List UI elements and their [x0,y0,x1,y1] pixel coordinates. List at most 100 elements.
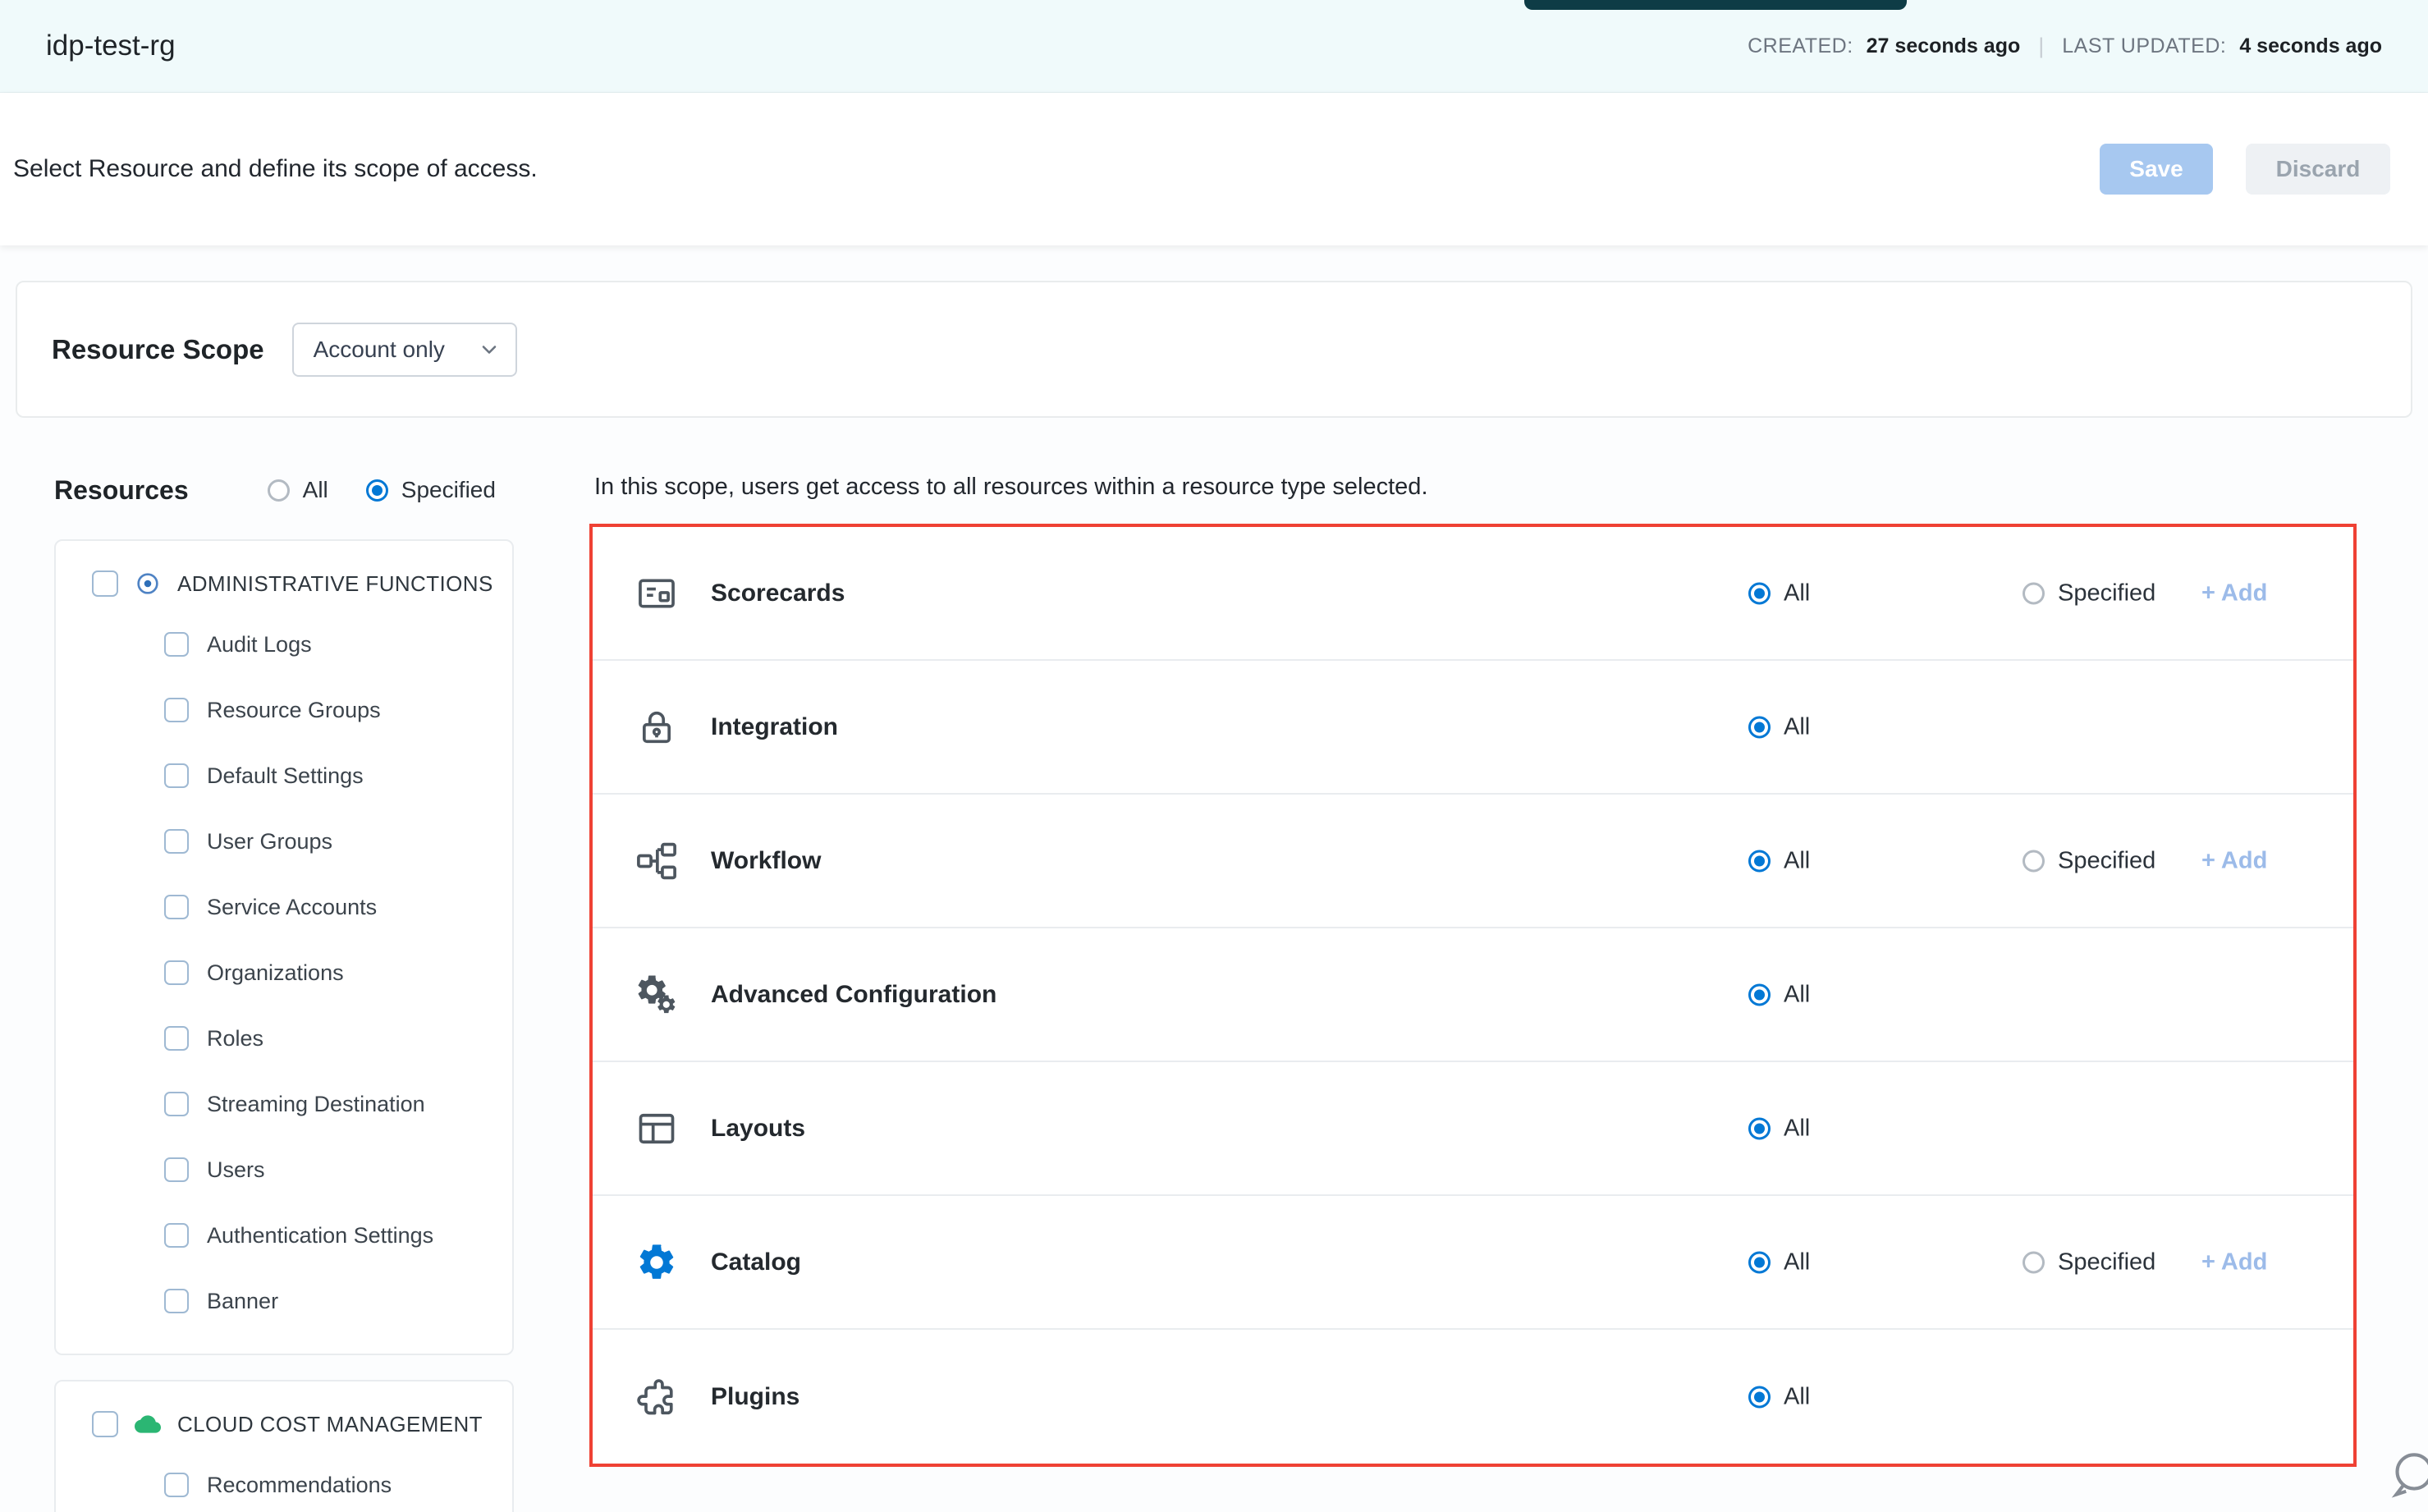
page-title: idp-test-rg [46,30,176,62]
access-all-option[interactable]: All [1748,580,1810,607]
item-checkbox[interactable] [164,632,189,657]
access-specified-option[interactable]: Specified [2023,847,2155,874]
specified-radio[interactable] [2023,582,2045,604]
all-radio[interactable] [1748,1386,1771,1408]
access-specified-option[interactable]: Specified [2023,1249,2155,1276]
resources-specified-option[interactable]: Specified [366,477,496,503]
item-checkbox[interactable] [164,895,189,919]
item-label: Roles [207,1026,263,1052]
tree-item: Banner [56,1268,512,1334]
layouts-icon [635,1107,678,1150]
item-label: Authentication Settings [207,1223,433,1249]
item-checkbox[interactable] [164,1473,189,1497]
resource-type-row-scorecards: Scorecards All Specified + Add [593,527,2353,661]
all-radio[interactable] [1748,1117,1771,1139]
meta-divider: | [2033,34,2049,59]
support-widget-icon[interactable] [2384,1448,2428,1502]
discard-button[interactable]: Discard [2246,144,2390,195]
resources-specified-radio[interactable] [366,479,388,502]
page-description: Select Resource and define its scope of … [13,155,538,183]
group-checkbox[interactable] [92,570,118,597]
access-all-option[interactable]: All [1748,1249,1810,1276]
item-label: Audit Logs [207,632,312,657]
resources-header: Resources All Specified [54,465,514,515]
tree-item: Roles [56,1006,512,1071]
item-label: Default Settings [207,763,364,789]
all-label: All [1784,1115,1810,1142]
resources-all-radio[interactable] [268,479,290,502]
all-radio[interactable] [1748,716,1771,738]
save-button[interactable]: Save [2100,144,2213,195]
all-radio[interactable] [1748,850,1771,872]
tree-item: Default Settings [56,743,512,809]
item-label: Streaming Destination [207,1092,425,1117]
created-label: CREATED: [1748,34,1853,58]
scorecards-icon [635,572,678,615]
tree-item: Recommendations [56,1452,512,1512]
resource-type-row-integration: Integration All [593,661,2353,795]
resource-type-label: Workflow [711,847,821,875]
admin-functions-card: ADMINISTRATIVE FUNCTIONS Audit Logs Reso… [54,539,514,1355]
item-checkbox[interactable] [164,1289,189,1313]
resources-panel: Resources All Specified ADMINISTRATIVE F… [54,465,514,1512]
access-all-option[interactable]: All [1748,713,1810,740]
cloud-cost-icon [135,1411,161,1437]
resource-type-label: Scorecards [711,580,845,607]
all-label: All [1784,847,1810,874]
resource-scope-value: Account only [314,337,445,363]
admin-functions-icon [135,570,161,597]
item-checkbox[interactable] [164,1157,189,1182]
advanced-config-icon [635,974,678,1016]
group-checkbox[interactable] [92,1411,118,1437]
updated-value: 4 seconds ago [2239,34,2382,58]
resource-type-label: Catalog [711,1249,801,1276]
resource-type-row-advanced-configuration: Advanced Configuration All [593,928,2353,1062]
specified-label: Specified [2058,580,2155,607]
item-checkbox[interactable] [164,829,189,854]
all-radio[interactable] [1748,983,1771,1006]
header-meta: CREATED: 27 seconds ago | LAST UPDATED: … [1748,34,2382,59]
add-link[interactable]: + Add [2201,1249,2267,1276]
item-label: Recommendations [207,1473,392,1498]
specified-radio[interactable] [2023,850,2045,872]
item-checkbox[interactable] [164,960,189,985]
item-checkbox[interactable] [164,763,189,788]
specified-label: Specified [2058,847,2155,874]
add-link[interactable]: + Add [2201,580,2267,607]
item-label: Organizations [207,960,344,986]
item-checkbox[interactable] [164,1223,189,1248]
toast-peek [1524,0,1907,10]
resources-all-option[interactable]: All [268,477,328,503]
tree-item: Streaming Destination [56,1071,512,1137]
item-checkbox[interactable] [164,698,189,722]
specified-radio[interactable] [2023,1251,2045,1273]
access-all-option[interactable]: All [1748,981,1810,1008]
resource-scope-dropdown[interactable]: Account only [292,323,517,377]
resource-type-label: Layouts [711,1115,805,1143]
all-radio[interactable] [1748,582,1771,604]
group-name: ADMINISTRATIVE FUNCTIONS [177,571,493,597]
item-checkbox[interactable] [164,1026,189,1051]
access-all-option[interactable]: All [1748,1115,1810,1142]
resource-type-label: Plugins [711,1383,799,1411]
plugins-icon [635,1376,678,1418]
resources-all-label: All [303,477,328,503]
tree-item: Resource Groups [56,677,512,743]
all-radio[interactable] [1748,1251,1771,1273]
resource-type-row-catalog: Catalog All Specified + Add [593,1196,2353,1330]
action-bar: Select Resource and define its scope of … [0,93,2428,245]
access-all-option[interactable]: All [1748,1383,1810,1410]
resource-type-label: Integration [711,713,838,741]
specified-label: Specified [2058,1249,2155,1276]
item-label: Users [207,1157,265,1183]
tree-group-header: CLOUD COST MANAGEMENT [56,1398,512,1452]
cloud-cost-card: CLOUD COST MANAGEMENT Recommendations [54,1380,514,1512]
tree-item: Users [56,1137,512,1203]
item-checkbox[interactable] [164,1092,189,1116]
access-all-option[interactable]: All [1748,847,1810,874]
add-link[interactable]: + Add [2201,847,2267,874]
access-specified-option[interactable]: Specified [2023,580,2155,607]
main-content: Resource Scope Account only Resources Al… [0,245,2428,1512]
all-label: All [1784,1249,1810,1276]
tree-group-header: ADMINISTRATIVE FUNCTIONS [56,557,512,612]
